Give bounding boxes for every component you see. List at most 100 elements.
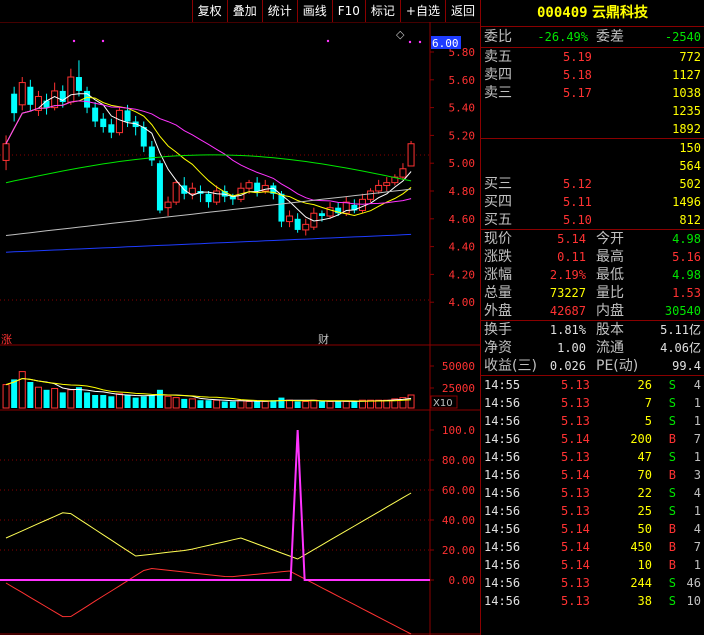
quote-row: 涨幅 2.19% 最低 4.98 [481, 266, 704, 284]
volume-bar-up [2, 384, 10, 409]
volume-bar-down [221, 401, 228, 408]
volume-bar-down [100, 395, 107, 408]
toolbar-button-6[interactable]: +自选 [399, 0, 445, 22]
volume-bar-up [261, 401, 269, 409]
asks-row[interactable]: 卖三 5.17 1038 [481, 84, 704, 102]
bids-row[interactable]: 买五 5.10 812 [481, 211, 704, 229]
toolbar-button-7[interactable]: 返回 [444, 0, 480, 22]
toolbar-button-1[interactable]: 叠加 [226, 0, 262, 22]
tick-time: 14:56 [484, 432, 521, 446]
event-dot [326, 39, 330, 43]
quote-row: 外盘 42687 内盘 30540 [481, 302, 704, 320]
quote-value: 4.98 [672, 232, 701, 246]
toolbar-button-0[interactable]: 复权 [191, 0, 227, 22]
tick-time: 14:56 [484, 396, 521, 410]
tick-price: 5.13 [561, 414, 590, 428]
candle-body-up [383, 182, 391, 186]
chart-toolbar: 复权 叠加 统计 画线 F10 标记 +自选 返回 [0, 0, 480, 22]
toolbar-button-5[interactable]: 标记 [364, 0, 400, 22]
bids-row[interactable]: 买四 5.11 1496 [481, 193, 704, 211]
tick-side: B [668, 432, 676, 446]
tick-row: 14:56 5.13 5 S 1 [481, 412, 704, 430]
tick-volume: 26 [637, 378, 652, 392]
volume-bar-down [27, 382, 34, 408]
tick-price: 5.14 [561, 540, 590, 554]
asks-price: 5.17 [563, 86, 592, 100]
quote-value: 73227 [549, 286, 586, 300]
quote-label: 总量 [484, 285, 512, 301]
toolbar-button-3[interactable]: 画线 [296, 0, 332, 22]
candle-body-down [92, 107, 99, 122]
tick-side: S [668, 594, 676, 608]
bids-row[interactable]: 150 [481, 139, 704, 157]
tick-volume: 50 [637, 522, 652, 536]
bids-volume: 564 [679, 159, 701, 173]
price-tick-label: 4.80 [449, 185, 476, 198]
toolbar-button-4[interactable]: F10 [331, 0, 365, 22]
tick-price: 5.13 [561, 576, 590, 590]
bids-label: 买四 [484, 194, 512, 210]
quote-value: 30540 [664, 304, 701, 318]
volume-bar-down [132, 397, 139, 408]
tick-row: 14:56 5.13 25 S 1 [481, 502, 704, 520]
stock-name: 云鼎科技 [592, 5, 649, 21]
quote-label: 现价 [484, 231, 512, 247]
asks-row[interactable]: 卖五 5.19 772 [481, 48, 704, 66]
volume-bar-up [302, 401, 310, 409]
event-dot [408, 40, 412, 44]
tick-list[interactable]: 14:55 5.13 26 S 4 14:56 5.13 7 S 1 14:56 5.13 5 S 1 14:… [481, 376, 704, 610]
candle-body-down [100, 118, 107, 128]
tick-row: 14:56 5.13 7 S 1 [481, 394, 704, 412]
volume-bar-down [254, 401, 261, 408]
candle-body-down [156, 163, 163, 211]
bids-row[interactable]: 买三 5.12 502 [481, 175, 704, 193]
tick-price: 5.13 [561, 450, 590, 464]
quote-stats: 现价 5.14 今开 4.98 涨跌 0.11 最高 5.16 涨幅 2.19% 最低 4.98 总量 7… [481, 230, 704, 320]
candle-body-down [124, 110, 131, 122]
tick-volume: 7 [644, 396, 652, 410]
volume-tick-label: 25000 [442, 382, 475, 395]
quote-label: 涨幅 [484, 267, 512, 283]
volume-bar-down [108, 396, 115, 408]
tick-row: 14:56 5.13 38 S 10 [481, 592, 704, 610]
price-tick-label: 5.00 [449, 157, 476, 170]
bids-volume: 502 [679, 177, 701, 191]
price-tick-label: 4.40 [449, 241, 476, 254]
bids-volume: 1496 [672, 195, 701, 209]
commission-ratio-value: -26.49% [537, 30, 588, 44]
quote-value: 1.53 [672, 286, 701, 300]
tick-count: 4 [693, 522, 701, 536]
volume-bar-up [115, 393, 123, 409]
candle-body-down [140, 127, 147, 147]
tick-time: 14:56 [484, 468, 521, 482]
ma20-line [5, 100, 412, 205]
volume-bar-up [245, 401, 253, 409]
bids-label: 买三 [484, 176, 512, 192]
bids-row[interactable]: 564 [481, 157, 704, 175]
bids-volume: 150 [679, 141, 701, 155]
tick-row: 14:55 5.13 26 S 4 [481, 376, 704, 394]
tick-side: S [668, 414, 676, 428]
asks-row[interactable]: 卖四 5.18 1127 [481, 66, 704, 84]
kline-chart[interactable]: 5.805.605.405.205.004.804.604.404.204.00… [0, 22, 480, 635]
tick-price: 5.13 [561, 486, 590, 500]
asks-row[interactable]: 1892 [481, 120, 704, 138]
price-tick-label: 4.20 [449, 268, 476, 281]
price-tick-label: 5.60 [449, 74, 476, 87]
osc-tick-label: 20.00 [442, 544, 475, 557]
asks-volume: 1127 [672, 68, 701, 82]
asks-volume: 1038 [672, 86, 701, 100]
asks-row[interactable]: 1235 [481, 102, 704, 120]
toolbar-button-2[interactable]: 统计 [261, 0, 297, 22]
osc-signal-line [0, 429, 430, 581]
candle-body-up [67, 76, 75, 103]
tick-time: 14:56 [484, 594, 521, 608]
tick-volume: 5 [644, 414, 652, 428]
tick-count: 1 [693, 504, 701, 518]
candle-body-down [75, 77, 82, 91]
volume-bar-down [294, 401, 301, 408]
stock-code: 000409 [536, 5, 588, 21]
candle-body-up [399, 168, 407, 178]
tick-count: 1 [693, 396, 701, 410]
tick-row: 14:56 5.14 70 B 3 [481, 466, 704, 484]
